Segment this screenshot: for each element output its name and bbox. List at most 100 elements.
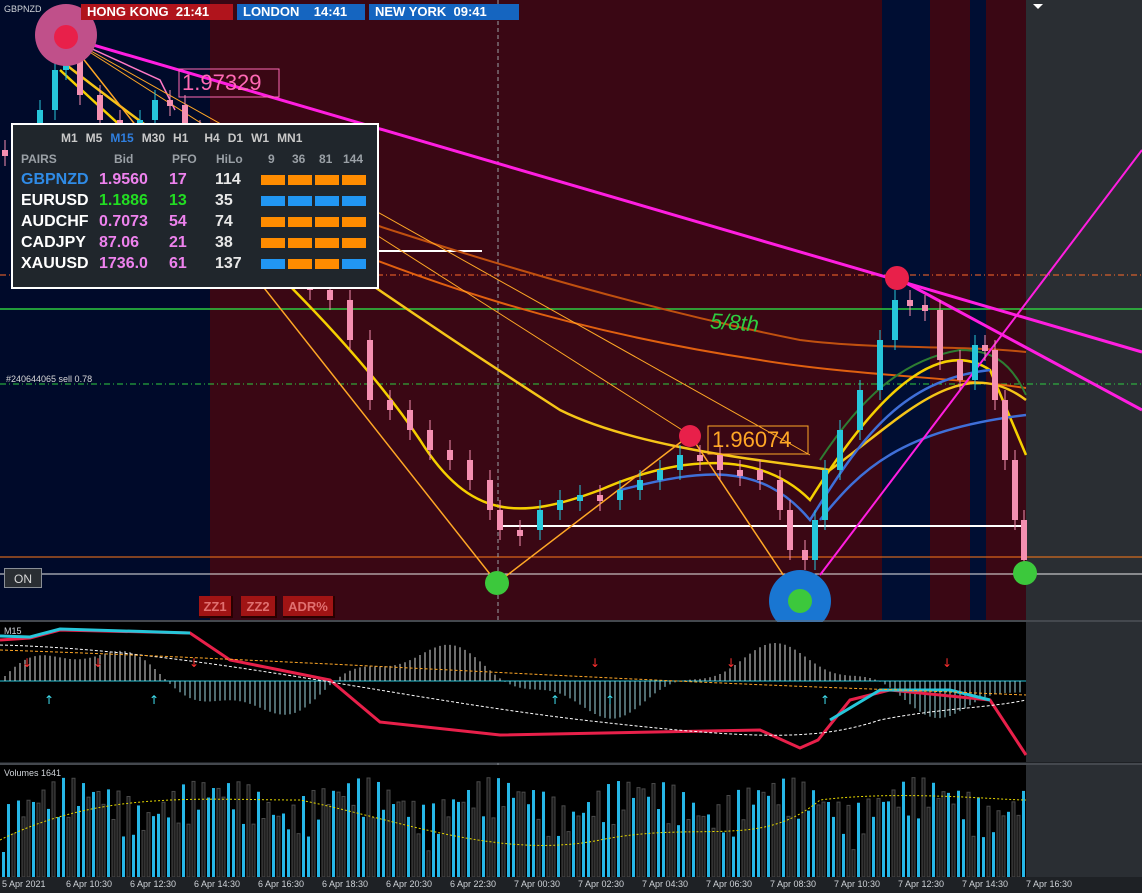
volume-bar xyxy=(561,805,566,878)
pair-name[interactable]: XAUUSD xyxy=(21,255,89,273)
volume-right-margin xyxy=(1026,765,1142,893)
volume-bar xyxy=(47,808,50,877)
pair-name[interactable]: EURUSD xyxy=(21,192,89,210)
candle-body xyxy=(427,430,433,450)
candle-body xyxy=(637,480,643,490)
adr-button[interactable]: ADR% xyxy=(283,596,335,618)
candle-body xyxy=(877,340,883,390)
volume-bar xyxy=(371,817,376,878)
candle-body xyxy=(2,150,8,156)
volume-bar xyxy=(776,804,781,878)
volume-bar xyxy=(26,799,31,878)
volume-bar xyxy=(452,799,455,877)
tf-m1[interactable]: M1 xyxy=(61,131,78,145)
order-line-label: #240644065 sell 0.78 xyxy=(6,374,93,384)
pair-pfo: 54 xyxy=(169,213,187,230)
volume-bar xyxy=(966,791,971,878)
volume-bar xyxy=(797,818,800,877)
volume-bar xyxy=(476,781,481,878)
volume-bar xyxy=(757,790,760,877)
dashboard-row[interactable]: AUDCHF 0.7073 54 74 xyxy=(21,213,373,233)
volume-bar xyxy=(422,804,425,877)
level-annotation: 5/8th xyxy=(709,308,760,337)
pair-name[interactable]: GBPNZD xyxy=(21,171,89,189)
volume-bar xyxy=(122,836,125,877)
volume-bar xyxy=(432,803,435,877)
tf-m5[interactable]: M5 xyxy=(86,131,103,145)
trend-box xyxy=(342,196,366,206)
volume-bar xyxy=(941,791,946,878)
volume-bar xyxy=(146,812,151,878)
tf-w1[interactable]: W1 xyxy=(251,131,269,145)
volume-bar xyxy=(812,790,815,877)
volume-bar xyxy=(111,818,116,878)
dashboard-row[interactable]: XAUUSD 1736.0 61 137 xyxy=(21,255,373,275)
time-label: 6 Apr 22:30 xyxy=(450,879,497,889)
pivot-high-dot xyxy=(54,25,78,49)
volume-bar xyxy=(516,791,521,878)
tf-m30[interactable]: M30 xyxy=(142,131,165,145)
candle-body xyxy=(447,450,453,460)
volume-bar xyxy=(482,816,485,877)
pair-name[interactable]: AUDCHF xyxy=(21,213,89,231)
volume-bar xyxy=(816,804,821,878)
volume-bar xyxy=(486,777,491,878)
volume-bar xyxy=(951,803,956,878)
tf-mn1[interactable]: MN1 xyxy=(277,131,302,145)
dashboard-row[interactable]: EURUSD 1.1886 13 35 xyxy=(21,192,373,212)
candle-body xyxy=(922,305,928,311)
oscillator-label: M15 xyxy=(4,626,22,636)
volume-bar xyxy=(11,833,16,878)
trend-box xyxy=(288,217,312,227)
volume-bar xyxy=(242,823,245,877)
volume-bar xyxy=(801,781,806,878)
volume-bar xyxy=(336,791,341,878)
tf-h1[interactable]: H1 xyxy=(173,131,188,145)
volume-bar xyxy=(876,798,881,878)
tf-d1[interactable]: D1 xyxy=(228,131,243,145)
pair-hilo: 35 xyxy=(215,192,233,209)
volume-bar xyxy=(227,783,230,877)
pair-pfo: 21 xyxy=(169,234,187,251)
volume-bar xyxy=(842,833,845,877)
volume-bar xyxy=(851,849,856,878)
tf-m15[interactable]: M15 xyxy=(110,131,133,145)
volume-bar xyxy=(587,802,590,877)
volume-bar xyxy=(657,809,660,877)
oscillator-panel-bg xyxy=(0,622,1142,762)
volume-bar xyxy=(362,816,365,877)
header-p144: 144 xyxy=(343,152,364,166)
pivot-low-dot-2 xyxy=(788,589,812,613)
time-label: 7 Apr 10:30 xyxy=(834,879,881,889)
volume-bar xyxy=(197,809,200,877)
candle-body xyxy=(1012,460,1018,520)
trend-box xyxy=(315,217,339,227)
volume-bar xyxy=(236,781,241,878)
pair-name[interactable]: CADJPY xyxy=(21,234,86,252)
oscillator-right-margin xyxy=(1026,622,1142,762)
volume-bar xyxy=(1016,814,1021,878)
volume-bar xyxy=(257,791,260,877)
dashboard-row[interactable]: CADJPY 87.06 21 38 xyxy=(21,234,373,254)
sell-arrow-icon: ↓ xyxy=(189,656,199,670)
zz1-button[interactable]: ZZ1 xyxy=(199,596,233,618)
volume-bar xyxy=(2,852,5,877)
price-label-mid: 1.96074 xyxy=(712,427,792,452)
volume-bar xyxy=(36,802,41,878)
on-toggle-button[interactable]: ON xyxy=(4,568,42,588)
time-label: 7 Apr 08:30 xyxy=(770,879,817,889)
candle-body xyxy=(697,455,703,461)
tf-h4[interactable]: H4 xyxy=(204,131,219,145)
trend-box xyxy=(315,238,339,248)
volume-bar xyxy=(662,782,665,877)
zz2-button[interactable]: ZZ2 xyxy=(241,596,277,618)
volume-bar xyxy=(41,789,46,878)
candle-body xyxy=(677,455,683,470)
candle-body xyxy=(327,290,333,300)
volume-bar xyxy=(212,788,215,877)
volume-bar xyxy=(497,778,500,877)
volume-bar xyxy=(532,790,535,877)
time-label: 7 Apr 14:30 xyxy=(962,879,1009,889)
volume-bar xyxy=(317,819,320,877)
dashboard-row[interactable]: GBPNZD 1.9560 17 114 xyxy=(21,171,373,191)
